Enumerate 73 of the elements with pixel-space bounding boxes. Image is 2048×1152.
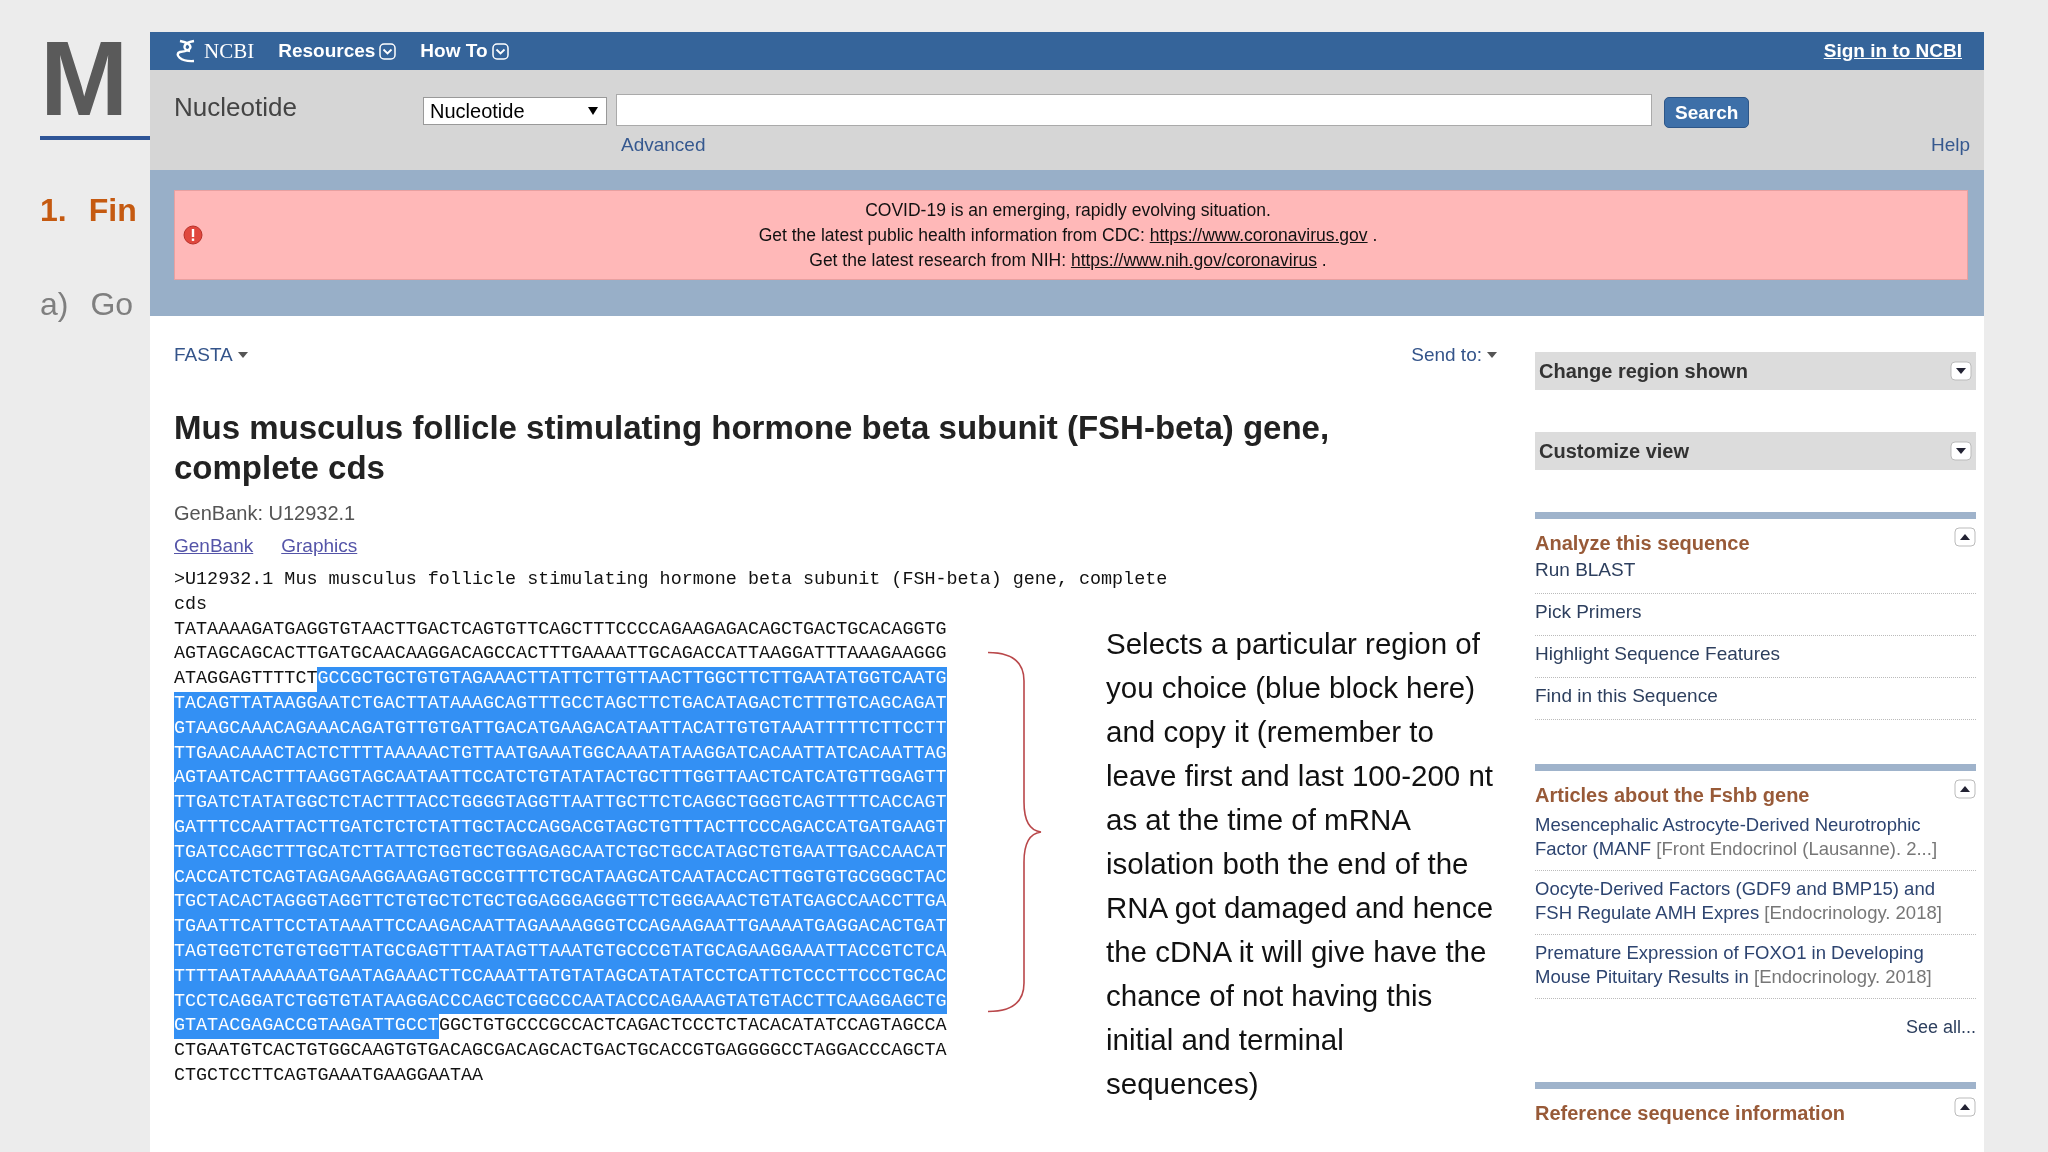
link[interactable]: https://www.coronavirus.gov [1149, 224, 1368, 245]
chevron-down-icon [491, 42, 509, 60]
collapse-icon[interactable] [1954, 779, 1976, 799]
article-link[interactable]: Premature Expression of FOXO1 in Developing Mouse Pituitary Results in [Endocrinology. 2018] [1535, 935, 1976, 999]
sequence-text: ATAGGAGTTTTCT [174, 667, 318, 692]
sequence-text: GTATACGAGACCGTAAGATTGCCT [174, 1014, 439, 1040]
sign-in-link[interactable]: Sign in to NCBI [1823, 40, 1962, 62]
search-field[interactable] [616, 94, 1652, 126]
sequence-text: TGCTACACTAGGGTAGGTTCTGTGCTCTGCTGGAGGGAGGGTTCTGGGAAACTGTATGAGCCAACCTTGA [174, 890, 947, 916]
sequence-text: TCCTCAGGATCTGGTGTATAAGGACCCAGCTCGGCCCAATACCCAGAAAGTATGTACCTTCAAGGAGCTG [174, 989, 947, 1015]
caret-icon [237, 352, 248, 358]
slide-title: M [40, 24, 129, 132]
help-link[interactable]: Help [1930, 120, 1970, 160]
sequence-text: TTGATCTATATGGCTCTACTTTACCTGGGGTAGGTTAATTGCTTCTCAGGCTGGGTCAGTTTTCACCAGT [174, 791, 947, 816]
sequence-text: AGTAGCAGCACTTGATGCAACAAGGACAGCCACTTTGAAAATTGCAGACCATTAAGGATTTAAAGAAGGG [174, 642, 947, 667]
list-text: Fin [88, 191, 137, 230]
sequence-text: TTTTAATAAAAAATGAATAGAAACTTCCAAATTATGTATAGCATATATCCTCATTCTCCCTTCCCTGCAC [174, 964, 947, 990]
sequence-text: TGAATTCATTCCTATAAATTCCAAGACAATTAGAAAAGGGTCCAGAAGAATTGAAAATGAGGACACTGAT [174, 915, 947, 940]
section-title: Articles about the Fshb gene [1535, 783, 1810, 807]
section-header[interactable]: Change region shown [1535, 352, 1976, 390]
database-select[interactable]: Nucleotide [423, 97, 607, 125]
dropdown-arrow-icon [588, 107, 598, 115]
list-number: a) [40, 285, 69, 324]
collapse-icon[interactable] [1954, 527, 1976, 547]
menu-button[interactable]: Resources [278, 40, 397, 62]
sequence-text: TACAGTTATAAGGAATCTGACTTATAAAGCAGTTTGCCTAGCTTCTGACATAGACTCTTTGTCAGCAGAT [174, 692, 947, 717]
accession-text: GenBank: U12932.1 [174, 501, 357, 526]
sequence-text: GGCTGTGCCCGCCACTCAGACTCCCTCTACACATATCCAGTAGCCA [438, 1014, 947, 1039]
list-text: Go [90, 285, 134, 324]
record-link[interactable]: Graphics [281, 533, 358, 559]
section-title: Reference sequence information [1535, 1101, 1846, 1125]
chevron-down-icon [379, 42, 397, 60]
link[interactable]: https://www.nih.gov/coronavirus [1070, 249, 1317, 270]
database-label: Nucleotide [174, 91, 298, 120]
advanced-link[interactable]: Advanced [615, 120, 1652, 160]
format-dropdown[interactable]: FASTA [174, 344, 248, 366]
sidebar-link[interactable]: Run BLAST [1535, 555, 1976, 594]
annotation-text: Selects a particular region of you choice (blue block here) and copy it (remember to leave first and last 100-200 nt as at the time of mRNA isolation both the end of the RNA got damaged and hence the cDNA it will give have the chance of not having this initial and terminal sequences) [1106, 626, 1495, 1102]
menu-button[interactable]: How To [420, 40, 509, 62]
alert-text: Get the latest public health information from CDC: https://www.coronavirus.gov . [757, 223, 1379, 247]
sequence-text: GTAAGCAAACAGAAACAGATGTTGTGATTGACATGAAGACATAATTACATTGTGTAAATTTTTCTTCCTT [174, 716, 947, 742]
expand-icon[interactable] [1950, 361, 1972, 381]
sequence-text: TTGAACAAACTACTCTTTTAAAAACTGTTAATGAAATGGCAAATATAAGGATCACAATTATCACAATTAG [174, 741, 947, 767]
sequence-text: GATTTCCAATTACTTGATCTCTCTATTGCTACCAGGACGTAGCTGTTTACTTCCCAGACCATGATGAAGT [174, 815, 947, 841]
sequence-text: AGTAATCACTTTAAGGTAGCAATAATTCCATCTGTATATACTGCTTTGGTTAACTCATCATGTTGGAGTT [174, 766, 947, 792]
list-number: 1. [40, 191, 67, 230]
section-title: Analyze this sequence [1535, 531, 1750, 555]
article-link[interactable]: Oocyte-Derived Factors (GDF9 and BMP15) and FSH Regulate AMH Expres [Endocrinology. 2018] [1535, 871, 1976, 935]
sequence-text: TAGTGGTCTGTGTGGTTATGCGAGTTTAATAGTTAAATGTGCCCGTATGCAGAAGGAAATTACCGTCTCA [174, 939, 947, 965]
article-link[interactable]: Mesencephalic Astrocyte-Derived Neurotrophic Factor (MANF [Front Endocrinol (Lausanne). 2...] [1535, 807, 1976, 871]
sequence-text: CTGAATGTCACTGTGGCAAGTGTGACAGCGACAGCACTGACTGCACCGTGAGGGGCCTAGGACCCAGCTA [174, 1039, 947, 1064]
collapse-icon[interactable] [1954, 1097, 1976, 1117]
sequence-text: TATAAAAGATGAGGTGTAACTTGACTCAGTGTTCAGCTTTCCCCAGAAGAGACAGCTGACTGCACAGGTG [174, 617, 947, 642]
alert-text: COVID-19 is an emerging, rapidly evolving situation. [864, 198, 1272, 222]
section-header[interactable]: Customize view [1535, 432, 1976, 470]
sidebar-link[interactable]: Pick Primers [1535, 594, 1976, 636]
send-to-dropdown[interactable]: Send to: [1411, 344, 1497, 366]
sequence-text: CACCATCTCAGTAGAGAAGGAAGAGTGCCGTTTCTGCATAAGCATCAATACCACTTGGTGTGCGGGCTAC [174, 865, 947, 891]
warning-icon [183, 225, 203, 245]
expand-icon[interactable] [1950, 441, 1972, 461]
ncbi-logo[interactable]: NCBI [176, 38, 255, 64]
caret-icon [1487, 352, 1497, 358]
record-title: Mus musculus follicle stimulating hormone beta subunit (FSH-beta) gene, complete cds [174, 408, 1331, 488]
sequence-text: GCCGCTGCTGTGTAGAAACTTATTCTTGTTAACTTGGCTTCTTGAATATGGTCAATG [317, 667, 947, 692]
search-button[interactable]: Search [1664, 97, 1750, 128]
sidebar-link[interactable]: Find in this Sequence [1535, 678, 1976, 720]
alert-text: Get the latest research from NIH: https://www.nih.gov/coronavirus . [808, 248, 1328, 272]
sequence-text: TGATCCAGCTTTGCATCTTATTCTGGTGCTGGAGAGCAATCTGCTGCCATAGCTGTGAATTGACCAACAT [174, 840, 947, 866]
sequence-text: CTGCTCCTTCAGTGAAATGAAGGAATAA [174, 1063, 483, 1088]
record-link[interactable]: GenBank [174, 533, 254, 559]
fasta-header: >U12932.1 Mus musculus follicle stimulating hormone beta subunit (FSH-beta) gene, complete cds [174, 568, 1169, 617]
sidebar-link[interactable]: Highlight Sequence Features [1535, 636, 1976, 678]
see-all-link[interactable]: See all... [1905, 1017, 1976, 1037]
